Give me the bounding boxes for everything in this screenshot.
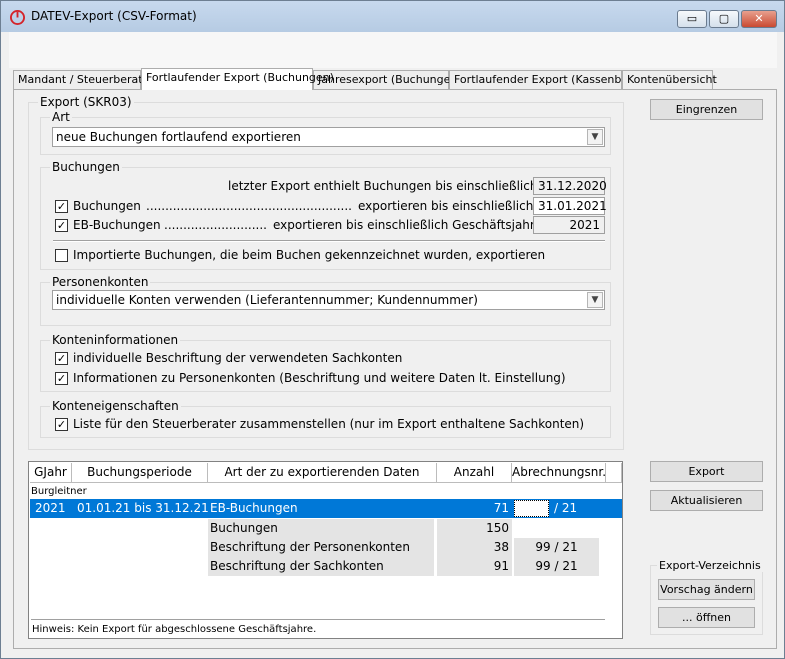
col-extra: [606, 463, 622, 483]
row1-periode: 01.01.21 bis 31.12.21: [77, 501, 209, 515]
minimize-button[interactable]: ▭: [677, 10, 707, 28]
col-gjahr[interactable]: GJahr: [30, 463, 72, 483]
maximize-button[interactable]: ▢: [709, 10, 739, 28]
steuerberater-liste-label: Liste für den Steuerberater zusammenstel…: [73, 417, 585, 431]
row2-art: Buchungen: [208, 519, 434, 538]
abrechnungsnr-edit[interactable]: [514, 500, 549, 517]
row4-art: Beschriftung der Sachkonten: [208, 557, 434, 576]
konteninfo-personenkonten-label: Informationen zu Personenkonten (Beschri…: [73, 371, 566, 385]
close-button[interactable]: ✕: [741, 10, 777, 28]
buchungen-checkbox-label: Buchungen: [73, 199, 141, 213]
konteninfo-label: Konteninformationen: [50, 333, 181, 347]
buchungen-dots: ........................................…: [146, 199, 351, 213]
eb-dots: ............................: [164, 218, 266, 232]
buchungen-until-label: exportieren bis einschließlich:: [358, 199, 538, 213]
art-select-value: neue Buchungen fortlaufend exportieren: [56, 130, 301, 144]
eb-until-label: exportieren bis einschließlich Geschäfts…: [273, 218, 539, 232]
export-group-title: Export (SKR03): [38, 95, 134, 109]
col-buchungsperiode[interactable]: Buchungsperiode: [72, 463, 208, 483]
tab-fortlaufend-buchungen[interactable]: Fortlaufender Export (Buchungen): [141, 68, 334, 90]
row1-art: EB-Buchungen: [210, 501, 298, 515]
row3-art: Beschriftung der Personenkonten: [208, 538, 434, 557]
toolbar-area: [9, 32, 777, 68]
buchungen-divider: [53, 240, 605, 242]
eb-until-year: 2021: [533, 216, 605, 234]
export-window: DATEV-Export (CSV-Format) ▭ ▢ ✕ Mandant …: [0, 0, 785, 659]
row4-anzahl: 91: [437, 557, 512, 576]
personenkonten-select[interactable]: individuelle Konten verwenden (Lieferant…: [52, 290, 605, 310]
buchungen-label: Buchungen: [50, 160, 122, 174]
row3-anzahl: 38: [437, 538, 512, 557]
row1-gjahr: 2021: [35, 501, 66, 515]
last-export-date: 31.12.2020: [533, 177, 607, 195]
grid-group-label: Burgleitner: [31, 486, 87, 497]
aktualisieren-button[interactable]: Aktualisieren: [650, 490, 763, 511]
eb-buchungen-checkbox[interactable]: ✓: [55, 219, 68, 232]
konteneigenschaften-label: Konteneigenschaften: [50, 399, 181, 413]
buchungen-checkbox[interactable]: ✓: [55, 200, 68, 213]
eingrenzen-button[interactable]: Eingrenzen: [650, 99, 763, 120]
col-art[interactable]: Art der zu exportierenden Daten: [208, 463, 437, 483]
export-verzeichnis-label: Export-Verzeichnis: [657, 559, 763, 572]
export-grid[interactable]: GJahr Buchungsperiode Art der zu exporti…: [28, 461, 623, 639]
app-power-icon: [10, 10, 25, 25]
grid-hint: Hinweis: Kein Export für abgeschlossene …: [32, 624, 317, 635]
importiert-label: Importierte Buchungen, die beim Buchen g…: [73, 248, 546, 262]
row1-abr: / 21: [554, 501, 578, 515]
oeffnen-button[interactable]: ... öffnen: [658, 607, 755, 628]
col-abrechnungsnr[interactable]: Abrechnungsnr.: [512, 463, 606, 483]
row2-anzahl: 150: [437, 519, 512, 538]
row1-anzahl: 71: [493, 501, 509, 515]
tab-kontenuebersicht[interactable]: Kontenübersicht: [622, 70, 717, 89]
konteninfo-sachkonten-label: individuelle Beschriftung der verwendete…: [73, 351, 403, 365]
vorschlag-aendern-button[interactable]: Vorschag ändern: [658, 579, 755, 600]
personenkonten-select-value: individuelle Konten verwenden (Lieferant…: [56, 293, 478, 307]
chevron-down-icon[interactable]: ▼: [587, 129, 603, 145]
tab-fortlaufend-kassenbuch[interactable]: Fortlaufender Export (Kassenbuch): [449, 70, 646, 89]
window-title: DATEV-Export (CSV-Format): [31, 9, 197, 23]
tab-mandant[interactable]: Mandant / Steuerberater: [13, 70, 154, 89]
title-bar[interactable]: DATEV-Export (CSV-Format) ▭ ▢ ✕: [1, 1, 784, 32]
importiert-checkbox[interactable]: [55, 249, 68, 262]
personenkonten-label: Personenkonten: [50, 275, 151, 289]
konteninfo-personenkonten-checkbox[interactable]: ✓: [55, 372, 68, 385]
konteninfo-sachkonten-checkbox[interactable]: ✓: [55, 352, 68, 365]
art-select[interactable]: neue Buchungen fortlaufend exportieren ▼: [52, 127, 605, 147]
row3-abr: 99 / 21: [514, 538, 599, 557]
buchungen-until-date[interactable]: 31.01.2021: [533, 197, 607, 215]
row4-abr: 99 / 21: [514, 557, 599, 576]
export-button[interactable]: Export: [650, 461, 763, 482]
steuerberater-liste-checkbox[interactable]: ✓: [55, 418, 68, 431]
art-label: Art: [50, 110, 72, 124]
chevron-down-icon[interactable]: ▼: [587, 292, 603, 308]
grid-divider: [31, 619, 605, 621]
col-anzahl[interactable]: Anzahl: [437, 463, 512, 483]
eb-buchungen-label: EB-Buchungen: [73, 218, 161, 232]
last-export-label: letzter Export enthielt Buchungen bis ei…: [228, 179, 542, 193]
